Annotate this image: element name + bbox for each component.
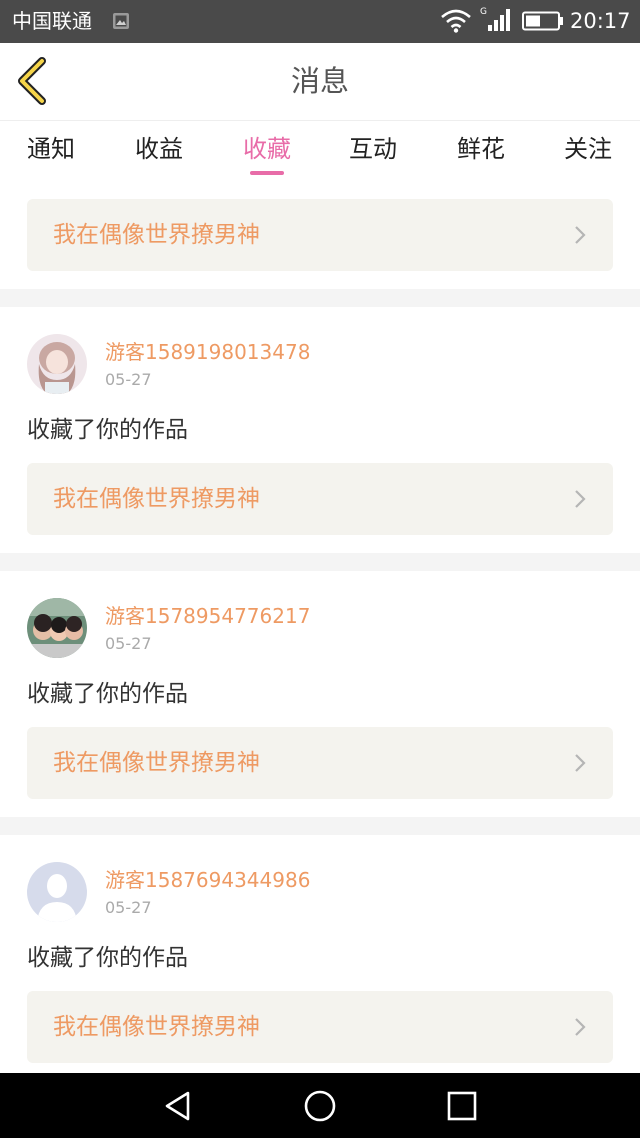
work-title: 我在偶像世界撩男神	[53, 1014, 260, 1040]
active-tab-indicator	[250, 171, 284, 175]
default-user-avatar-icon	[27, 862, 87, 922]
chevron-right-icon	[575, 754, 586, 772]
wifi-icon	[441, 9, 471, 33]
work-title: 我在偶像世界撩男神	[53, 750, 260, 776]
tab-notifications[interactable]: 通知	[11, 121, 91, 178]
system-nav-bar	[0, 1073, 640, 1138]
chevron-right-icon	[575, 226, 586, 244]
message-date: 05-27	[105, 634, 152, 653]
avatar[interactable]	[27, 862, 87, 922]
work-title: 我在偶像世界撩男神	[53, 222, 260, 248]
tab-favorites[interactable]: 收藏	[227, 121, 307, 178]
action-text: 收藏了你的作品	[27, 417, 188, 443]
avatar[interactable]	[27, 598, 87, 658]
status-bar: 中国联通 G 20:17	[0, 0, 640, 43]
work-card[interactable]: 我在偶像世界撩男神	[27, 463, 613, 535]
image-notification-icon	[113, 13, 129, 29]
triangle-back-icon[interactable]	[160, 1088, 196, 1124]
anime-girl-avatar-icon	[27, 334, 87, 394]
square-recent-icon[interactable]	[444, 1088, 480, 1124]
group-photo-avatar-icon	[27, 598, 87, 658]
work-card[interactable]: 我在偶像世界撩男神	[27, 727, 613, 799]
carrier-name: 中国联通	[12, 9, 92, 33]
page-title: 消息	[290, 64, 349, 98]
clock: 20:17	[570, 9, 631, 33]
user-name[interactable]: 游客1589198013478	[105, 340, 310, 364]
work-title: 我在偶像世界撩男神	[53, 486, 260, 512]
tab-earnings[interactable]: 收益	[119, 121, 199, 178]
action-text: 收藏了你的作品	[27, 945, 188, 971]
chevron-right-icon	[575, 1018, 586, 1036]
message-date: 05-27	[105, 370, 152, 389]
tab-favorites-label: 收藏	[243, 135, 291, 163]
network-type-label: G	[480, 7, 487, 17]
divider	[0, 817, 640, 835]
circle-home-icon[interactable]	[302, 1088, 338, 1124]
user-name[interactable]: 游客1587694344986	[105, 868, 310, 892]
avatar[interactable]	[27, 334, 87, 394]
divider	[0, 553, 640, 571]
message-list: 我在偶像世界撩男神 游客1589198013478 05-27 收藏了你的作品 …	[0, 178, 640, 1073]
tab-flowers[interactable]: 鲜花	[441, 121, 521, 178]
tab-interactions[interactable]: 互动	[333, 121, 413, 178]
user-name[interactable]: 游客1578954776217	[105, 604, 310, 628]
tab-bar: 通知 收益 收藏 互动 鲜花 关注	[0, 121, 640, 178]
divider	[0, 289, 640, 307]
work-card[interactable]: 我在偶像世界撩男神	[27, 991, 613, 1063]
cell-signal-icon: G	[480, 7, 510, 31]
work-card[interactable]: 我在偶像世界撩男神	[27, 199, 613, 271]
action-text: 收藏了你的作品	[27, 681, 188, 707]
tab-following[interactable]: 关注	[548, 121, 628, 178]
app-header: 消息	[0, 43, 640, 121]
message-date: 05-27	[105, 898, 152, 917]
chevron-right-icon	[575, 490, 586, 508]
battery-icon	[522, 11, 563, 31]
